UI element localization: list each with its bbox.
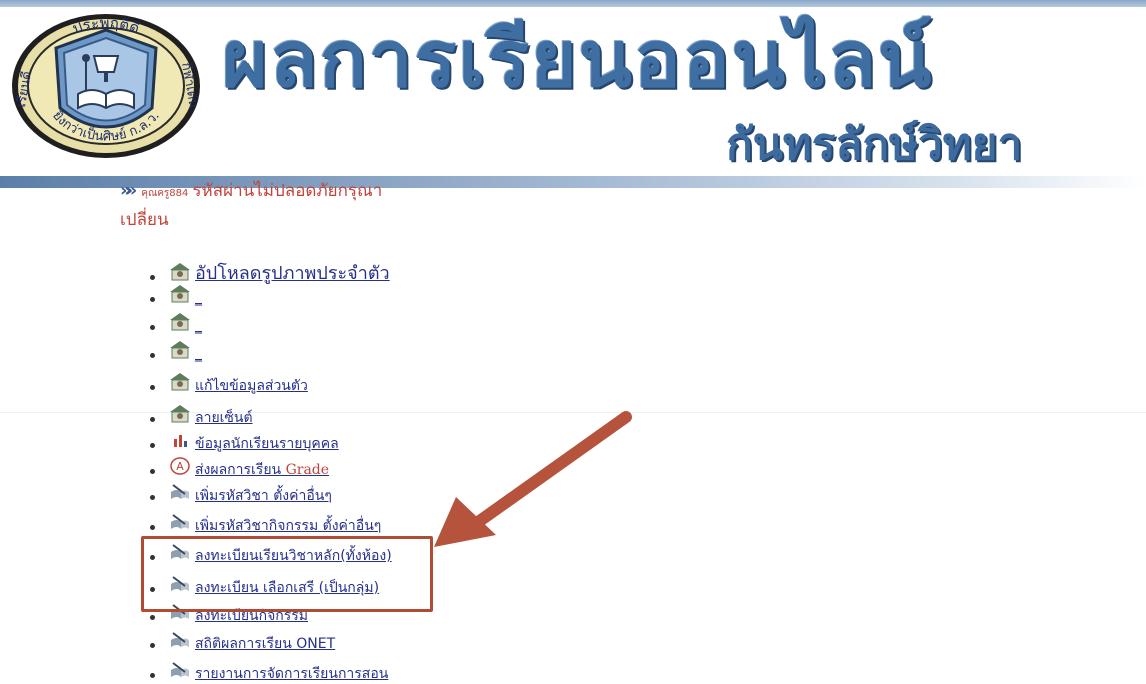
book-pen-icon bbox=[169, 630, 195, 654]
menu-link[interactable]: ข้อมูลนักเรียนรายบุคคล bbox=[195, 434, 339, 454]
menu-item: ข้อมูลนักเรียนรายบุคคล bbox=[150, 430, 339, 454]
menu-link-label: _ bbox=[195, 318, 202, 334]
menu-link[interactable]: _ bbox=[195, 344, 202, 364]
bullet bbox=[150, 525, 155, 530]
menu-link[interactable]: รายงานการจัดการเรียนการสอน bbox=[195, 664, 388, 684]
user-photo-icon bbox=[169, 312, 195, 336]
bullet bbox=[150, 643, 155, 648]
menu-item: _ bbox=[150, 312, 202, 336]
menu-item: _ bbox=[150, 284, 202, 308]
site-subtitle: กันทรลักษ์วิทยา bbox=[726, 119, 1023, 170]
user-label: คุณครู884 bbox=[141, 188, 189, 199]
menu-link[interactable]: อัปโหลดรูปภาพประจำตัว bbox=[195, 262, 390, 286]
notice-message: รหัสผ่านไม่ปลอดภัยกรุณา bbox=[192, 181, 383, 201]
user-photo-icon bbox=[169, 404, 195, 428]
menu-link[interactable]: เพิ่มรหัสวิชากิจกรรม ตั้งค่าอื่นๆ bbox=[195, 516, 381, 536]
site-title: ผลการเรียนออนไลน์ bbox=[222, 15, 934, 105]
password-notice: »» คุณครู884 รหัสผ่านไม่ปลอดภัยกรุณา เปลี่… bbox=[120, 178, 450, 233]
bullet bbox=[150, 615, 155, 620]
double-chevron-icon: »» bbox=[120, 180, 137, 201]
bullet bbox=[150, 297, 155, 302]
menu-link-label: เพิ่มรหัสวิชากิจกรรม ตั้งค่าอื่นๆ bbox=[195, 518, 382, 534]
menu-link[interactable]: ส่งผลการเรียน Grade bbox=[195, 460, 329, 480]
menu-link-label: สถิติผลการเรียน ONET bbox=[195, 636, 336, 652]
menu-link-label: _ bbox=[195, 290, 202, 306]
user-photo-icon bbox=[169, 262, 195, 286]
menu-link-label: _ bbox=[195, 346, 202, 362]
menu-link[interactable]: _ bbox=[195, 288, 202, 308]
menu-item: รายงานการจัดการเรียนการสอน bbox=[150, 660, 388, 684]
notice-message-cont: เปลี่ยน bbox=[120, 210, 169, 230]
menu-link[interactable]: _ bbox=[195, 316, 202, 336]
menu-link[interactable]: แก้ไขข้อมูลส่วนตัว bbox=[195, 376, 308, 396]
menu-link-suffix: Grade bbox=[285, 462, 330, 478]
menu-link-label: แก้ไขข้อมูลส่วนตัว bbox=[195, 378, 308, 394]
user-photo-icon bbox=[169, 340, 195, 364]
bullet bbox=[150, 385, 155, 390]
bullet bbox=[150, 353, 155, 358]
bullet bbox=[150, 495, 155, 500]
user-photo-icon bbox=[169, 284, 195, 308]
user-photo-icon bbox=[169, 372, 195, 396]
highlight-box bbox=[141, 536, 433, 612]
menu-link[interactable]: เพิ่มรหัสวิชา ตั้งค่าอื่นๆ bbox=[195, 486, 332, 506]
menu-link-label: ลายเซ็นต์ bbox=[195, 410, 253, 426]
menu-item: แก้ไขข้อมูลส่วนตัว bbox=[150, 372, 308, 396]
bar-chart-icon bbox=[169, 430, 195, 454]
menu-link[interactable]: ลายเซ็นต์ bbox=[195, 408, 253, 428]
svg-text:A: A bbox=[176, 460, 184, 473]
school-logo: ประพฤติดี ยิ่งกว่าเป็นศิษย์ ก.ล.ว. เรียน… bbox=[12, 14, 202, 158]
menu-item: เพิ่มรหัสวิชา ตั้งค่าอื่นๆ bbox=[150, 482, 332, 506]
menu-link-label: เพิ่มรหัสวิชา ตั้งค่าอื่นๆ bbox=[195, 488, 332, 504]
book-pen-icon bbox=[169, 482, 195, 506]
bullet bbox=[150, 673, 155, 678]
book-pen-icon bbox=[169, 660, 195, 684]
menu-item: A ส่งผลการเรียน Grade bbox=[150, 456, 329, 480]
menu-item: สถิติผลการเรียน ONET bbox=[150, 630, 335, 654]
menu-item: อัปโหลดรูปภาพประจำตัว bbox=[150, 262, 390, 286]
bullet bbox=[150, 325, 155, 330]
book-pen-icon bbox=[169, 512, 195, 536]
bullet bbox=[150, 469, 155, 474]
top-border bbox=[0, 0, 1146, 7]
menu-item: เพิ่มรหัสวิชากิจกรรม ตั้งค่าอื่นๆ bbox=[150, 512, 381, 536]
pointer-arrow-icon bbox=[434, 411, 632, 547]
bullet bbox=[150, 275, 155, 280]
menu-link-label: อัปโหลดรูปภาพประจำตัว bbox=[195, 263, 390, 284]
menu-item: ลายเซ็นต์ bbox=[150, 404, 253, 428]
bullet bbox=[150, 443, 155, 448]
menu-link-label: ส่งผลการเรียน bbox=[195, 462, 282, 478]
menu-link[interactable]: สถิติผลการเรียน ONET bbox=[195, 634, 335, 654]
menu-item: _ bbox=[150, 340, 202, 364]
bullet bbox=[150, 417, 155, 422]
menu-link-label: ข้อมูลนักเรียนรายบุคคล bbox=[195, 436, 339, 452]
menu-link-label: รายงานการจัดการเรียนการสอน bbox=[195, 666, 389, 682]
grade-a-icon: A bbox=[169, 456, 195, 480]
